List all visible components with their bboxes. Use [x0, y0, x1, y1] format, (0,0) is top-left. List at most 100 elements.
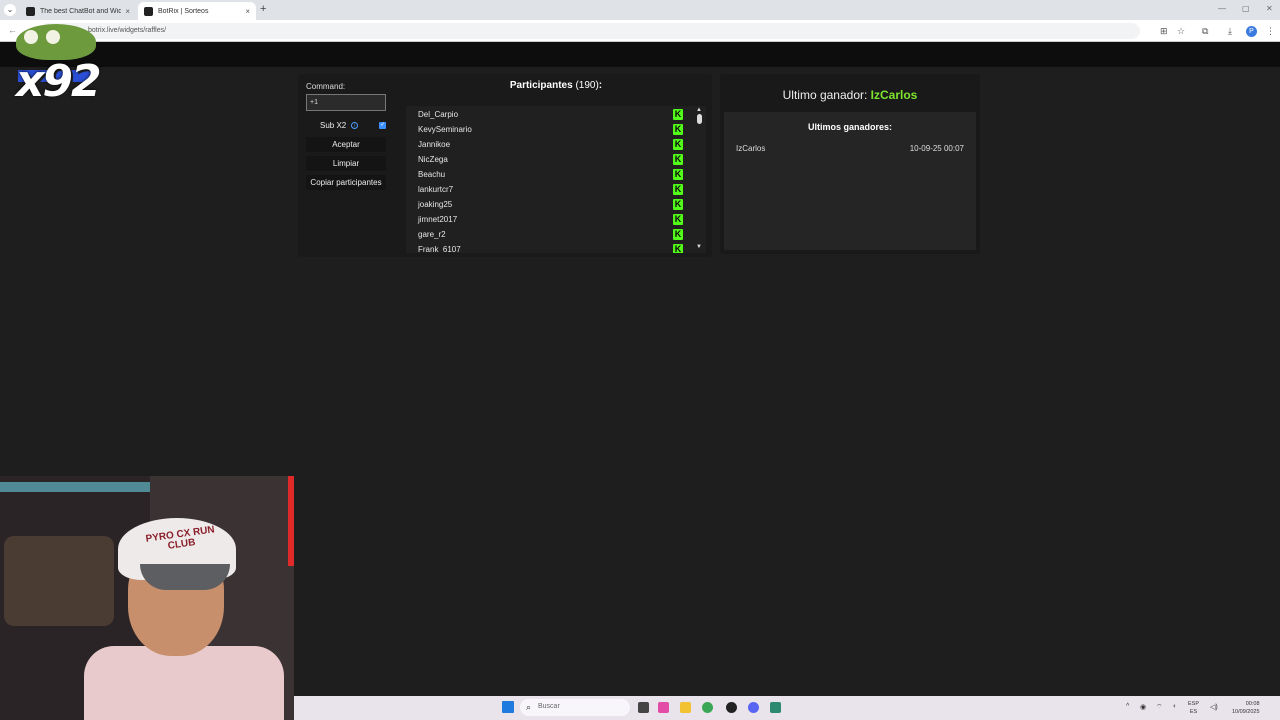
webcam-feed: PYRO CX RUN CLUB — [0, 476, 294, 720]
participant-row: gare_r2 K — [418, 227, 684, 242]
command-label: Command: — [306, 82, 346, 91]
logo-text: x92 — [16, 56, 102, 107]
start-button[interactable] — [502, 701, 514, 713]
participant-name: Frank_6107 — [418, 245, 461, 253]
participants-list[interactable]: ▲ ▼ Del_Carpio K KevySeminario K Jannikoe K Ni… — [406, 106, 706, 253]
keyboard-layout: ES — [1189, 709, 1198, 715]
participant-name: Del_Carpio — [418, 110, 459, 119]
participant-name: gare_r2 — [418, 230, 446, 239]
webcam-red-led — [288, 476, 294, 566]
winner-history-row: IzCarlos 10-09-25 00:07 — [736, 144, 964, 153]
tab-close-icon[interactable]: × — [125, 7, 130, 16]
participant-name: Beachu — [418, 170, 446, 179]
kick-platform-icon: K — [673, 139, 683, 150]
file-explorer-icon[interactable] — [680, 702, 691, 713]
maximize-icon[interactable]: ▢ — [1242, 4, 1250, 13]
participants-section: Participantes (190): ▲ ▼ Del_Carpio K Kevy… — [406, 80, 706, 253]
microphone-icon[interactable]: ⍖ — [1172, 703, 1176, 711]
participant-name: joaking25 — [418, 200, 453, 209]
kick-platform-icon: K — [673, 229, 683, 240]
kick-platform-icon: K — [673, 154, 683, 165]
close-window-icon[interactable]: ✕ — [1266, 4, 1273, 13]
scroll-up-icon[interactable]: ▲ — [696, 107, 702, 113]
tab-botrix-sorteos[interactable]: BotRix | Sorteos × — [138, 2, 256, 20]
tab-title: The best ChatBot and Widgets — [40, 7, 122, 15]
url-field[interactable]: botrix.live/widgets/raffles/ — [40, 23, 1140, 39]
kick-platform-icon: K — [673, 124, 683, 135]
taskbar-search-placeholder: Buscar — [538, 703, 560, 710]
app-icon[interactable] — [770, 702, 781, 713]
sub-x2-checkbox[interactable]: ✓ — [379, 122, 387, 129]
webcam-led-light — [0, 482, 150, 492]
last-winner-label: Ultimo ganador: — [782, 88, 871, 102]
participant-row: Del_Carpio K — [418, 107, 684, 122]
clock-time: 00:08 — [1245, 701, 1260, 707]
obs-icon[interactable] — [726, 702, 737, 713]
kick-platform-icon: K — [673, 244, 683, 253]
command-input[interactable] — [306, 94, 386, 111]
kick-platform-icon: K — [673, 109, 683, 120]
tab-search-icon[interactable]: ⌄ — [4, 4, 16, 16]
last-winner-heading: Ultimo ganador: IzCarlos — [720, 88, 980, 102]
scrollbar-thumb[interactable] — [697, 114, 702, 124]
webcam-chair — [4, 536, 114, 626]
tray-chevron-icon[interactable]: ^ — [1126, 703, 1129, 710]
kick-platform-icon: K — [673, 169, 683, 180]
participant-name: Jannikoe — [418, 140, 451, 149]
participant-row: joaking25 K — [418, 197, 684, 212]
tab-title: BotRix | Sorteos — [158, 7, 209, 15]
translate-icon[interactable]: ⊞ — [1160, 26, 1168, 37]
participant-name: lankurtcr7 — [418, 185, 454, 194]
taskbar-search[interactable]: ⌕ Buscar — [520, 699, 630, 716]
participants-header: Participantes (190): — [406, 80, 706, 91]
clear-button[interactable]: Limpiar — [306, 156, 386, 171]
clock-date: 10/09/2025 — [1232, 709, 1260, 715]
kick-platform-icon: K — [673, 184, 683, 195]
taskbar-clock[interactable]: 00:08 10/09/2025 — [1232, 700, 1260, 716]
tray-app-icon[interactable]: ◉ — [1140, 703, 1146, 711]
extensions-icon[interactable]: ⧉ — [1202, 26, 1208, 37]
network-icon[interactable]: ⌔ — [1156, 703, 1163, 712]
search-icon: ⌕ — [526, 702, 532, 712]
language-indicator[interactable]: ESP ES — [1188, 700, 1199, 716]
discord-icon[interactable] — [748, 702, 759, 713]
chrome-icon[interactable] — [702, 702, 713, 713]
favicon-icon — [26, 6, 35, 16]
winner-name: IzCarlos — [736, 144, 766, 153]
participant-name: NicZega — [418, 155, 448, 164]
raffle-panel: Command: Sub X2 i ✓ Aceptar Limpiar Copi… — [298, 74, 712, 257]
participants-title: Participantes — [509, 80, 573, 91]
download-icon[interactable]: ⤓ — [1228, 26, 1232, 37]
participant-row: Frank_6107 K — [418, 242, 684, 253]
minimize-icon[interactable]: — — [1218, 4, 1226, 13]
sub-x2-label: Sub X2 — [320, 121, 347, 130]
new-tab-button[interactable]: + — [260, 3, 266, 15]
winner-history-title: Ultimos ganadores: — [807, 122, 892, 132]
task-view-icon[interactable] — [638, 702, 649, 713]
accept-button[interactable]: Aceptar — [306, 137, 386, 152]
volume-icon[interactable]: ◁) — [1210, 703, 1218, 711]
tab-chatbot[interactable]: The best ChatBot and Widgets × — [20, 2, 136, 20]
menu-icon[interactable]: ⋮ — [1266, 26, 1275, 37]
bookmark-star-icon[interactable]: ☆ — [1177, 26, 1185, 37]
participants-colon: : — [598, 80, 603, 91]
participants-count: (190) — [575, 80, 599, 91]
site-header-bar — [0, 42, 1280, 67]
sub-x2-option: Sub X2 i ✓ — [306, 121, 390, 130]
info-icon[interactable]: i — [351, 122, 359, 129]
participant-row: jimnet2017 K — [418, 212, 684, 227]
webcam-cap-brim — [140, 564, 230, 590]
profile-avatar[interactable]: P — [1246, 26, 1257, 37]
windows-taskbar: ⌕ Buscar ^ ◉ ⌔ ⍖ ESP ES ◁) 00:08 10/09/2… — [294, 696, 1280, 720]
participant-row: NicZega K — [418, 152, 684, 167]
copy-participants-button[interactable]: Copiar participantes — [306, 175, 386, 190]
last-winner-name: IzCarlos — [870, 88, 918, 102]
participant-row: Jannikoe K — [418, 137, 684, 152]
winner-time: 10-09-25 00:07 — [909, 144, 964, 153]
stream-overlay-logo: x92 — [6, 22, 102, 112]
copilot-icon[interactable] — [658, 702, 669, 713]
tab-close-icon[interactable]: × — [245, 7, 250, 16]
participant-row: Beachu K — [418, 167, 684, 182]
scroll-down-icon[interactable]: ▼ — [696, 244, 702, 250]
language-code: ESP — [1188, 701, 1200, 707]
